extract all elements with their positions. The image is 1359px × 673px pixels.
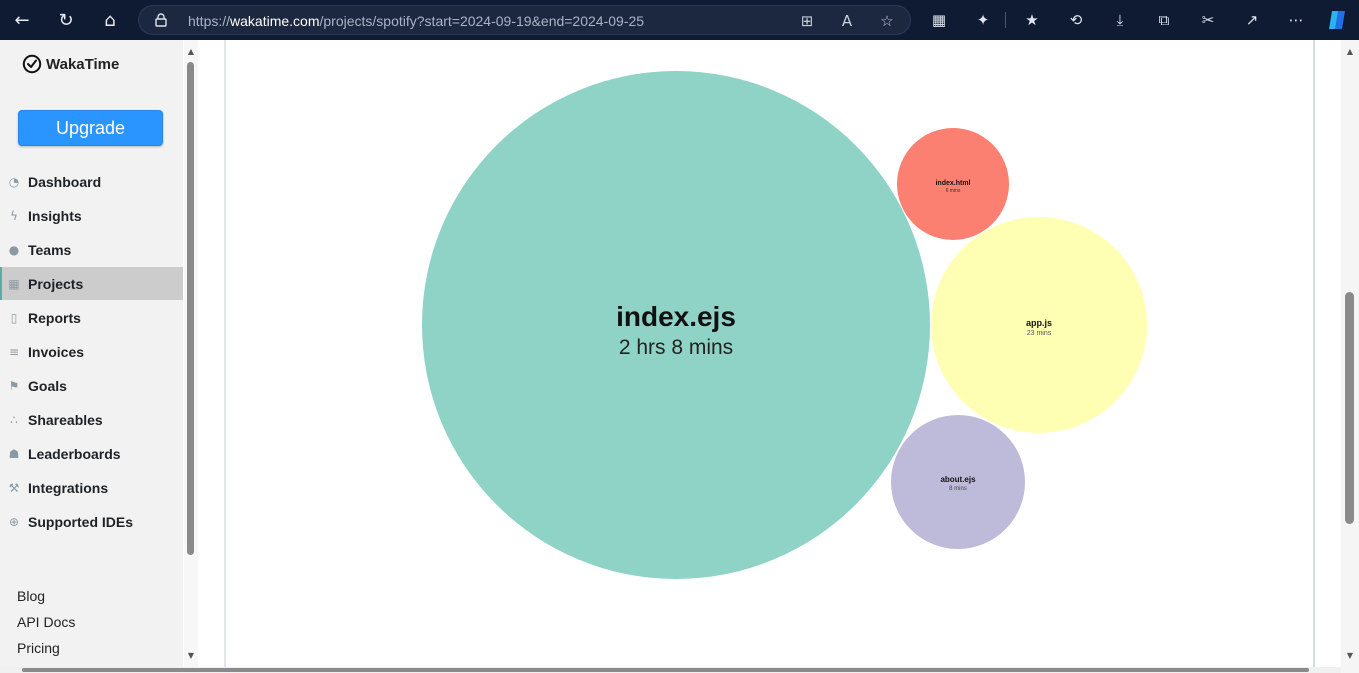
sidebar-item-label: Teams — [28, 241, 72, 258]
screenshot-icon[interactable]: ✂ — [1194, 6, 1222, 34]
sidebar-item-label: Supported IDEs — [28, 513, 134, 530]
sidebar-item-insights[interactable]: ϟ Insights — [0, 199, 183, 232]
toolbar-divider — [1005, 12, 1006, 28]
scroll-down-arrow-icon[interactable]: ▼ — [184, 650, 198, 660]
sidebar-item-teams[interactable]: ● Teams — [0, 233, 183, 266]
collections-icon[interactable]: ⧉ — [1150, 6, 1178, 34]
wakatime-logo-icon — [22, 54, 42, 74]
url-text: https://wakatime.com/projects/spotify?st… — [188, 13, 645, 29]
brand-name: WakaTime — [46, 55, 120, 73]
app-available-icon[interactable]: ⊞ — [795, 9, 819, 33]
users-icon: ● — [8, 242, 20, 257]
sidebar-scroll-thumb[interactable] — [187, 62, 194, 555]
sidebar-item-reports[interactable]: ▯ Reports — [0, 301, 183, 334]
read-aloud-icon[interactable]: A — [835, 9, 859, 33]
bubble-file-time: 8 mins — [949, 486, 967, 492]
sidebar-item-goals[interactable]: ⚑ Goals — [0, 369, 183, 402]
sidebar-item-dashboard[interactable]: ◔ Dashboard — [0, 165, 183, 198]
lock-icon — [155, 13, 167, 27]
sidebar-item-label: Projects — [28, 275, 84, 292]
bubble-app-js[interactable]: app.js 23 mins — [931, 217, 1147, 433]
sidebar-scrollbar[interactable]: ▲ ▼ — [184, 40, 198, 673]
dashboard-icon: ◔ — [8, 174, 20, 189]
more-menu-icon[interactable]: ⋯ — [1282, 6, 1310, 34]
qr-code-icon[interactable]: ▦ — [925, 6, 953, 34]
api-docs-link[interactable]: API Docs — [17, 614, 75, 630]
page-scroll-up-arrow-icon[interactable]: ▲ — [1343, 46, 1357, 56]
page-scrollbar[interactable]: ▲ ▼ — [1341, 40, 1359, 673]
horizontal-scroll-thumb[interactable] — [22, 668, 1309, 672]
bubble-file-name: index.html — [935, 180, 970, 187]
sidebar-item-integrations[interactable]: ⚒ Integrations — [0, 471, 183, 504]
sidebar-item-shareables[interactable]: ∴ Shareables — [0, 403, 183, 436]
bubble-file-name: app.js — [1026, 318, 1052, 328]
upgrade-button[interactable]: Upgrade — [18, 110, 163, 146]
bubble-file-time: 6 mins — [946, 188, 961, 194]
pricing-link[interactable]: Pricing — [17, 640, 60, 656]
page-scroll-thumb[interactable] — [1345, 292, 1354, 524]
extensions-icon[interactable]: ✦ — [969, 6, 997, 34]
downloads-icon[interactable]: ⤓ — [1106, 6, 1134, 34]
sidebar-item-label: Goals — [28, 377, 67, 394]
bubble-file-name: about.ejs — [940, 475, 976, 484]
content-border-right — [1313, 40, 1315, 673]
plus-circle-icon: ⊕ — [8, 514, 20, 529]
sidebar-item-invoices[interactable]: ≡ Invoices — [0, 335, 183, 368]
sidebar-item-label: Invoices — [28, 343, 85, 360]
bubble-about-ejs[interactable]: about.ejs 8 mins — [891, 415, 1025, 549]
sidebar-item-supported-ides[interactable]: ⊕ Supported IDEs — [0, 505, 183, 538]
history-icon[interactable]: ⟲ — [1062, 6, 1090, 34]
favorites-icon[interactable]: ★ — [1018, 6, 1046, 34]
back-arrow-icon[interactable]: ← — [8, 6, 36, 34]
page-scroll-down-arrow-icon[interactable]: ▼ — [1343, 650, 1357, 660]
horizontal-scrollbar[interactable] — [0, 667, 1341, 673]
bubble-file-name: index.ejs — [616, 301, 736, 332]
share-page-icon[interactable]: ↗ — [1238, 6, 1266, 34]
copilot-icon[interactable] — [1326, 9, 1348, 31]
brand[interactable]: WakaTime — [22, 54, 119, 74]
sidebar-item-label: Leaderboards — [28, 445, 121, 462]
bubble-file-time: 23 mins — [1027, 330, 1052, 337]
sidebar: WakaTime Upgrade ◔ Dashboard ϟ Insights … — [0, 40, 183, 673]
sidebar-item-label: Insights — [28, 207, 82, 224]
home-icon[interactable]: ⌂ — [96, 6, 124, 34]
bubble-file-time: 2 hrs 8 mins — [619, 336, 733, 359]
file-text-icon: ≡ — [8, 344, 20, 359]
bolt-icon: ϟ — [10, 208, 18, 223]
sidebar-item-label: Reports — [28, 309, 81, 326]
sidebar-item-leaderboards[interactable]: ☗ Leaderboards — [0, 437, 183, 470]
sidebar-item-label: Integrations — [28, 479, 109, 496]
grid-icon: ▦ — [8, 276, 20, 291]
bubble-index-html[interactable]: index.html 6 mins — [897, 128, 1009, 240]
sidebar-item-label: Shareables — [28, 411, 103, 428]
refresh-icon[interactable]: ↻ — [52, 6, 80, 34]
address-bar[interactable]: https://wakatime.com/projects/spotify?st… — [138, 5, 911, 35]
bubble-index-ejs[interactable]: index.ejs 2 hrs 8 mins — [422, 71, 930, 579]
flag-icon: ⚑ — [8, 378, 20, 393]
files-bubble-chart: index.ejs 2 hrs 8 mins index.html 6 mins… — [422, 71, 1147, 579]
file-pdf-icon: ▯ — [10, 310, 18, 325]
browser-toolbar: ← ↻ ⌂ https://wakatime.com/projects/spot… — [0, 0, 1359, 40]
sidebar-item-projects[interactable]: ▦ Projects — [0, 267, 183, 300]
blog-link[interactable]: Blog — [17, 588, 45, 604]
sidebar-item-label: Dashboard — [28, 173, 102, 190]
trophy-icon: ☗ — [8, 446, 20, 461]
favorite-star-icon[interactable]: ☆ — [875, 9, 899, 33]
wrench-icon: ⚒ — [8, 480, 20, 495]
share-icon: ∴ — [10, 412, 18, 427]
scroll-up-arrow-icon[interactable]: ▲ — [184, 46, 198, 56]
